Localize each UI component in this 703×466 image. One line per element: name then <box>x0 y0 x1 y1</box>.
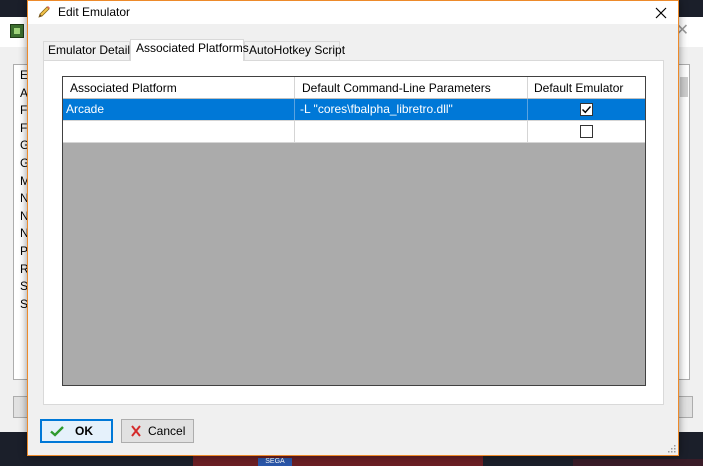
background-taskbar-strip <box>573 459 703 466</box>
cancel-button[interactable]: Cancel <box>121 419 194 443</box>
ok-label: OK <box>75 424 93 438</box>
checkmark-icon <box>50 426 64 437</box>
ok-button[interactable]: OK <box>40 419 113 443</box>
x-icon <box>131 425 141 437</box>
platform-cell[interactable] <box>63 121 295 142</box>
associated-platforms-panel: Associated Platform Default Command-Line… <box>43 60 664 405</box>
tab-strip: Emulator Details Associated Platforms Au… <box>43 39 663 61</box>
platform-cell[interactable]: Arcade <box>63 99 295 120</box>
grid-header: Associated Platform Default Command-Line… <box>63 77 645 99</box>
default-emulator-cell[interactable] <box>528 121 645 142</box>
tab-emulator-details[interactable]: Emulator Details <box>43 41 136 60</box>
close-button[interactable] <box>644 1 678 24</box>
pencil-icon <box>38 6 50 18</box>
checkmark-icon <box>582 106 592 114</box>
cancel-label: Cancel <box>148 424 186 438</box>
dialog-title: Edit Emulator <box>58 5 131 19</box>
default-emulator-checkbox[interactable] <box>580 103 593 116</box>
table-row[interactable]: Arcade -L "cores\fbalpha_libretro.dll" <box>63 99 645 121</box>
table-row-new[interactable] <box>63 121 645 143</box>
tab-associated-platforms[interactable]: Associated Platforms <box>130 39 249 61</box>
column-header-default-emulator[interactable]: Default Emulator <box>528 77 645 98</box>
default-emulator-cell[interactable] <box>528 99 645 120</box>
background-taskbar-strip <box>193 455 483 466</box>
edit-emulator-dialog: Edit Emulator Emulator Details Associate… <box>27 0 679 456</box>
resize-grip-icon[interactable] <box>666 443 676 453</box>
column-header-command-line-parameters[interactable]: Default Command-Line Parameters <box>295 77 528 98</box>
parameters-cell[interactable]: -L "cores\fbalpha_libretro.dll" <box>295 99 528 120</box>
tab-autohotkey-script[interactable]: AutoHotkey Script <box>244 41 345 60</box>
close-icon <box>655 7 667 18</box>
sega-logo: SEGA <box>258 458 292 466</box>
parameters-cell[interactable] <box>295 121 528 142</box>
default-emulator-checkbox[interactable] <box>580 125 593 138</box>
app-icon <box>10 24 24 38</box>
dialog-titlebar[interactable]: Edit Emulator <box>28 1 678 24</box>
background-scrollbar-thumb <box>680 77 688 97</box>
platforms-grid[interactable]: Associated Platform Default Command-Line… <box>62 76 646 386</box>
column-header-associated-platform[interactable]: Associated Platform <box>63 77 295 98</box>
